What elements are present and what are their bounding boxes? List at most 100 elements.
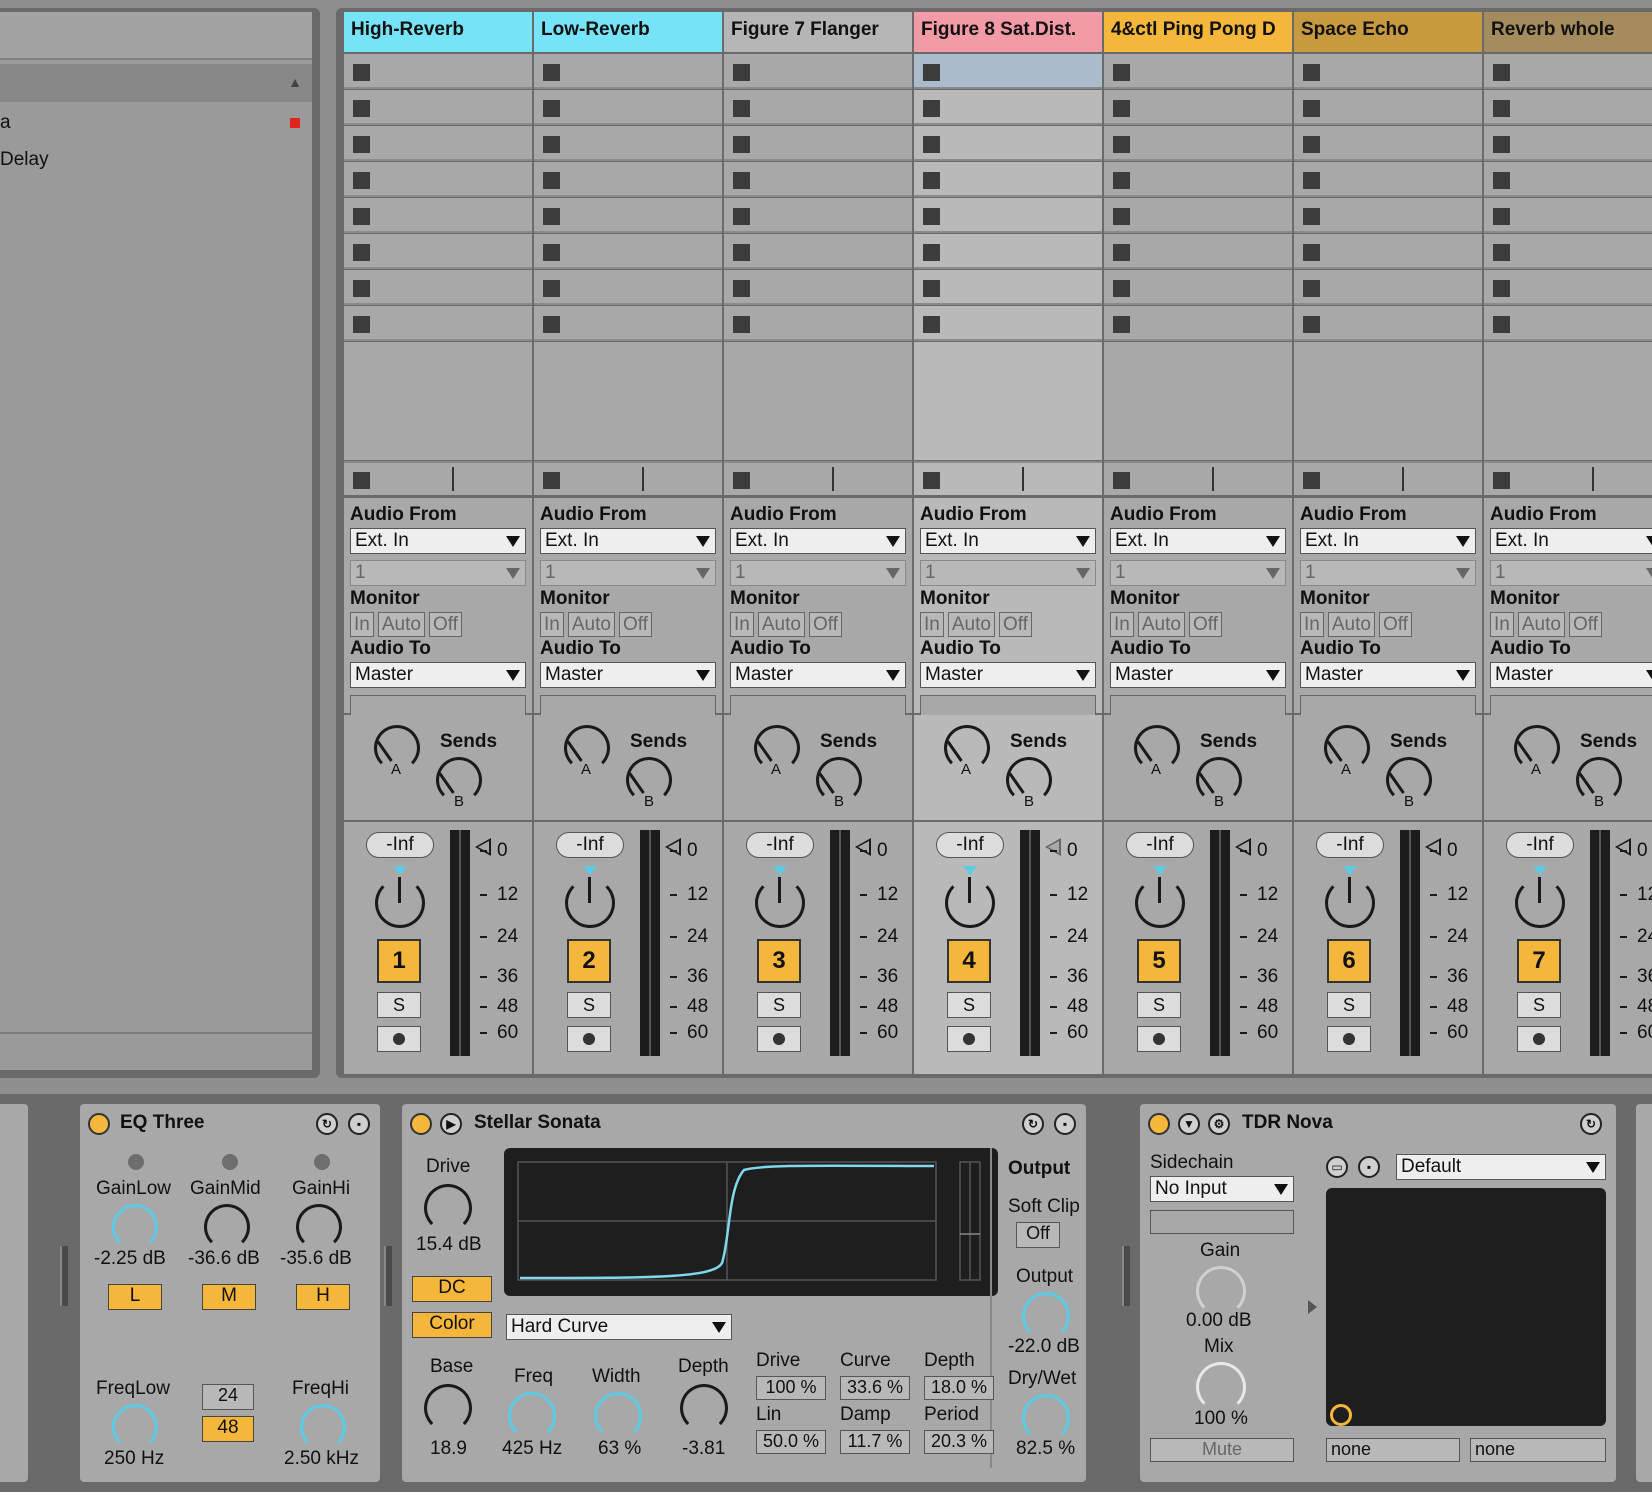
clip-stop-icon[interactable] (1493, 136, 1510, 153)
clip-slot[interactable] (344, 90, 532, 125)
clip-slot[interactable] (344, 270, 532, 305)
clip-stop-icon[interactable] (923, 244, 940, 261)
clip-stop-icon[interactable] (733, 208, 750, 225)
input-channel-select[interactable]: 1 (350, 560, 526, 586)
clip-stop-icon[interactable] (923, 172, 940, 189)
clip-stop-icon[interactable] (733, 100, 750, 117)
clip-slot[interactable] (914, 306, 1102, 341)
track-activator-button[interactable]: 3 (757, 939, 801, 983)
monitor-auto-button[interactable]: Auto (1517, 612, 1565, 637)
clip-slot[interactable] (914, 54, 1102, 89)
clip-slot[interactable] (534, 198, 722, 233)
arm-record-button[interactable] (1137, 1026, 1181, 1052)
save-preset-icon[interactable]: ▪ (348, 1113, 370, 1135)
clip-stop-icon[interactable] (1113, 316, 1130, 333)
audio-to-select[interactable]: Master (920, 662, 1096, 688)
clip-stop-icon[interactable] (1303, 244, 1320, 261)
browser-item[interactable]: a (0, 112, 11, 134)
clip-stop-icon[interactable] (353, 244, 370, 261)
dc-button[interactable]: DC (412, 1276, 492, 1302)
monitor-in-button[interactable]: In (730, 612, 754, 637)
clip-slot[interactable] (1104, 162, 1292, 197)
clip-slot[interactable] (914, 162, 1102, 197)
clip-slot[interactable] (344, 198, 532, 233)
clip-stop-icon[interactable] (923, 280, 940, 297)
clip-slot[interactable] (724, 54, 912, 89)
device-power-icon[interactable] (1148, 1113, 1170, 1135)
clip-stop-icon[interactable] (923, 136, 940, 153)
clip-stop-icon[interactable] (1303, 280, 1320, 297)
clip-stop-icon[interactable] (543, 100, 560, 117)
clip-stop-icon[interactable] (353, 100, 370, 117)
clip-slot[interactable] (724, 234, 912, 269)
solo-button[interactable]: S (947, 992, 991, 1018)
browser-item[interactable]: Delay (0, 149, 49, 171)
monitor-in-button[interactable]: In (540, 612, 564, 637)
clip-stop-icon[interactable] (733, 172, 750, 189)
freq-low-knob[interactable] (112, 1404, 158, 1450)
clip-stop-icon[interactable] (1113, 280, 1130, 297)
xy-handle-icon[interactable] (1330, 1404, 1352, 1426)
hot-swap-icon[interactable]: ↻ (316, 1113, 338, 1135)
clip-slot[interactable] (914, 90, 1102, 125)
device-title-bar[interactable]: ▼ ⚙ TDR Nova ↻ (1140, 1104, 1616, 1140)
audio-to-select[interactable]: Master (1490, 662, 1652, 688)
gain-hi-knob[interactable] (296, 1204, 342, 1250)
volume-display[interactable]: -Inf (1316, 832, 1384, 858)
clip-stop-icon[interactable] (543, 64, 560, 81)
clip-slot[interactable] (344, 306, 532, 341)
clip-slot[interactable] (1104, 126, 1292, 161)
clip-stop-icon[interactable] (543, 208, 560, 225)
track-activator-button[interactable]: 5 (1137, 939, 1181, 983)
clip-stop-icon[interactable] (923, 316, 940, 333)
clip-slot[interactable] (914, 234, 1102, 269)
clip-stop-icon[interactable] (543, 316, 560, 333)
clip-slot[interactable] (1294, 234, 1482, 269)
clip-slot[interactable] (914, 198, 1102, 233)
clip-slot[interactable] (1484, 306, 1652, 341)
sort-up-icon[interactable]: ▲ (288, 74, 302, 90)
stop-all-clips-icon[interactable] (1493, 472, 1510, 489)
monitor-off-button[interactable]: Off (1188, 612, 1222, 637)
device-resize-handle[interactable] (1122, 1246, 1130, 1306)
param-damp-field[interactable]: 11.7 % (840, 1430, 910, 1454)
param-drive-field[interactable]: 100 % (756, 1376, 826, 1400)
solo-button[interactable]: S (1327, 992, 1371, 1018)
clip-slot[interactable] (1294, 126, 1482, 161)
arm-record-button[interactable] (377, 1026, 421, 1052)
clip-slot[interactable] (1484, 54, 1652, 89)
output-knob[interactable] (1022, 1292, 1070, 1340)
clip-stop-icon[interactable] (1113, 244, 1130, 261)
stop-all-clips-icon[interactable] (543, 472, 560, 489)
track-title[interactable]: Low-Reverb (534, 12, 722, 52)
solo-button[interactable]: S (377, 992, 421, 1018)
stop-all-clips-icon[interactable] (733, 472, 750, 489)
clip-stop-icon[interactable] (1493, 316, 1510, 333)
monitor-off-button[interactable]: Off (1378, 612, 1412, 637)
monitor-auto-button[interactable]: Auto (567, 612, 615, 637)
clip-stop-icon[interactable] (923, 100, 940, 117)
clip-stop-icon[interactable] (1113, 172, 1130, 189)
clip-slot[interactable] (1484, 126, 1652, 161)
param-depth-field[interactable]: 18.0 % (924, 1376, 994, 1400)
clip-slot-empty-area[interactable] (1484, 342, 1652, 460)
clip-slot[interactable] (344, 126, 532, 161)
clip-slot[interactable] (534, 270, 722, 305)
hi-on-button[interactable]: H (296, 1284, 350, 1310)
param-lin-field[interactable]: 50.0 % (756, 1430, 826, 1454)
solo-button[interactable]: S (1517, 992, 1561, 1018)
clip-slot[interactable] (534, 90, 722, 125)
monitor-in-button[interactable]: In (1490, 612, 1514, 637)
clip-stop-icon[interactable] (1303, 64, 1320, 81)
stop-all-clips-icon[interactable] (923, 472, 940, 489)
audio-from-select[interactable]: Ext. In (1490, 528, 1652, 554)
clip-slot[interactable] (724, 162, 912, 197)
track-title[interactable]: Reverb whole (1484, 12, 1652, 52)
clip-stop-icon[interactable] (1113, 100, 1130, 117)
clip-stop-icon[interactable] (1493, 172, 1510, 189)
clip-slot[interactable] (1294, 54, 1482, 89)
clip-stop-icon[interactable] (1113, 64, 1130, 81)
clip-stop-icon[interactable] (543, 280, 560, 297)
color-button[interactable]: Color (412, 1312, 492, 1338)
volume-display[interactable]: -Inf (556, 832, 624, 858)
